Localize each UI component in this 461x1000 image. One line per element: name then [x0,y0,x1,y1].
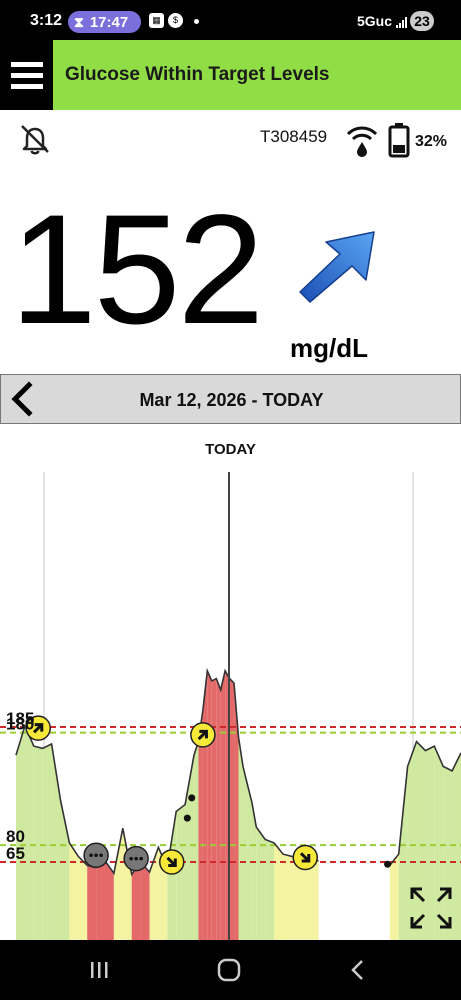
event-unknown[interactable] [123,845,149,872]
event-rising[interactable] [190,722,216,748]
hourglass-icon: ⧗ [74,14,84,30]
glucose-band [202,670,208,940]
glucose-band [140,862,150,940]
glucose-band [194,741,199,940]
date-navigator: Mar 12, 2026 - TODAY [0,374,461,424]
glucose-band [309,858,319,940]
glucose-band [96,860,105,940]
signal-icon [396,17,407,28]
event-unknown[interactable] [83,842,109,868]
transmitter-signal-icon [346,126,378,157]
glucose-band [389,854,399,940]
glucose-band [87,865,97,940]
glucose-band [24,725,34,940]
more-notifications-dot [194,19,199,24]
glucose-band [69,842,79,940]
home-button[interactable] [214,956,244,984]
alerts-muted-bell-icon[interactable] [18,122,52,156]
trend-arrow-icon [299,231,375,303]
status-time: 3:12 [30,12,63,29]
event-falling[interactable] [292,844,318,871]
expand-chart-button[interactable] [406,883,456,933]
date-label: Mar 12, 2026 - TODAY [139,390,324,410]
reading-dot [188,794,196,802]
network-type: 5Guc [357,13,393,29]
glucose-band [216,678,221,940]
threshold-label: 180 [6,715,34,734]
glucose-band [211,678,217,940]
event-falling[interactable] [159,849,185,875]
glucose-band [256,827,266,940]
glucose-band [220,670,226,940]
glucose-band [238,737,243,940]
glucose-band [265,839,275,940]
reading-dot [384,860,392,868]
timer-pill[interactable]: ⧗ 17:47 [68,11,141,33]
calendar-icon: ▦ [149,13,164,28]
glucose-band [242,766,248,940]
glucose-band [207,670,212,940]
glucose-band [229,678,235,940]
system-nav-bar [0,940,461,1000]
glucose-band [42,743,52,940]
transmitter-id: T308459 [260,127,328,146]
glucose-band [78,856,88,940]
app-bar: Glucose Within Target Levels [0,40,461,110]
timer-value: 17:47 [89,14,129,31]
glucose-band [274,842,283,940]
threshold-label: 65 [6,844,25,863]
status-bar: 3:12 ⧗ 17:47 ▦ $ 5Guc 23 [0,0,461,40]
battery-percent: 32% [415,133,448,150]
glucose-band [283,854,292,940]
glucose-chart[interactable]: 1851808065 [0,430,461,940]
glucose-band [167,811,177,940]
reading-dot [183,814,191,822]
battery-icon [388,123,410,158]
battery-badge: 23 [410,11,434,31]
glucose-unit: mg/dL [290,333,368,363]
back-button[interactable] [344,956,374,984]
app-title: Glucose Within Target Levels [65,64,330,85]
glucose-band [33,746,43,940]
recent-apps-button[interactable] [84,956,114,984]
glucose-reading: 152 [10,183,264,357]
hamburger-menu-button[interactable] [0,40,53,110]
app-notification-icon: $ [168,13,183,28]
glucose-band [291,856,301,940]
